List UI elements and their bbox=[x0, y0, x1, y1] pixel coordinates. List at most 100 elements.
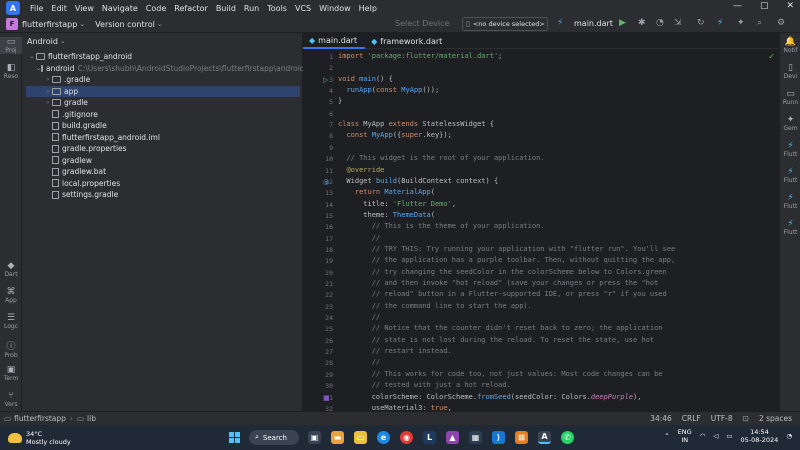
device-selector[interactable]: ▯ <no device selected> bbox=[462, 17, 548, 31]
notification-bell-icon[interactable]: ◔ bbox=[786, 432, 792, 440]
code-line[interactable]: const MyApp({super.key}); bbox=[338, 130, 451, 141]
windows-start-icon[interactable] bbox=[229, 432, 240, 443]
menu-refactor[interactable]: Refactor bbox=[170, 4, 212, 13]
menu-run[interactable]: Run bbox=[240, 4, 263, 13]
folder-icon[interactable]: ▭ bbox=[354, 431, 367, 444]
language-indicator[interactable]: ENG IN bbox=[678, 428, 692, 444]
code-line[interactable]: Widget build(BuildContext context) { bbox=[338, 176, 498, 187]
app-triangle-icon[interactable]: ▲ bbox=[446, 431, 459, 444]
tree-item[interactable]: › .gradle bbox=[22, 74, 296, 85]
chrome-icon[interactable]: ◉ bbox=[400, 431, 413, 444]
tool-dart-analysis[interactable]: ◆ Dart bbox=[0, 261, 22, 278]
code-line[interactable]: // reload" button in a Flutter-supported… bbox=[338, 289, 667, 300]
caret-position[interactable]: 34:46 bbox=[650, 414, 672, 423]
code-line[interactable]: theme: ThemeData( bbox=[338, 210, 435, 221]
android-studio-taskbar-icon[interactable]: A bbox=[538, 431, 551, 444]
tool-logcat[interactable]: ☰ Logc bbox=[0, 313, 22, 330]
search-icon[interactable]: ⌕ bbox=[757, 18, 762, 28]
code-line[interactable]: runApp(const MyApp()); bbox=[338, 85, 439, 96]
tree-item[interactable]: › app bbox=[26, 85, 300, 97]
code-line[interactable]: // try changing the seedColor in the col… bbox=[338, 267, 667, 278]
minimize-icon[interactable]: — bbox=[733, 1, 742, 11]
wifi-icon[interactable]: ◠ bbox=[700, 432, 706, 440]
file-encoding[interactable]: UTF-8 bbox=[711, 414, 733, 423]
code-line[interactable]: // This widget is the root of your appli… bbox=[338, 153, 544, 164]
chevron-up-icon[interactable]: ⌃ bbox=[664, 432, 669, 440]
profile-icon[interactable]: ◔ bbox=[656, 18, 664, 28]
project-view-selector[interactable]: Android ⌄ bbox=[22, 33, 302, 49]
code-line[interactable]: @override bbox=[338, 165, 384, 176]
tool-flutter[interactable]: ⚡ Flutt bbox=[780, 219, 800, 236]
vcs-menu[interactable]: Version control bbox=[95, 20, 155, 29]
menu-view[interactable]: View bbox=[71, 4, 98, 13]
attach-icon[interactable]: ⇲ bbox=[674, 18, 682, 28]
menu-edit[interactable]: Edit bbox=[47, 4, 71, 13]
flutter-inspector-icon[interactable]: ⚡ bbox=[717, 18, 723, 28]
tree-item[interactable]: .gitignore bbox=[22, 109, 296, 120]
vscode-icon[interactable]: ⟩ bbox=[492, 431, 505, 444]
task-view-icon[interactable]: ▣ bbox=[308, 431, 321, 444]
tool-device[interactable]: ▯ Devi bbox=[780, 63, 800, 80]
color-swatch-icon[interactable]: ■ bbox=[323, 394, 330, 402]
code-line[interactable]: // This works for code too, not just val… bbox=[338, 369, 663, 380]
menu-code[interactable]: Code bbox=[142, 4, 170, 13]
file-explorer-icon[interactable]: ▬ bbox=[331, 431, 344, 444]
editor-tab[interactable]: ◆ framework.dart bbox=[365, 33, 450, 49]
menu-tools[interactable]: Tools bbox=[263, 4, 291, 13]
code-line[interactable]: } bbox=[338, 96, 342, 107]
code-line[interactable]: // This is the theme of your application… bbox=[338, 221, 545, 232]
chevron-down-icon[interactable]: ⌄ bbox=[28, 53, 36, 60]
sync-icon[interactable]: ↻ bbox=[697, 18, 705, 28]
tool-running-devices[interactable]: ▭ Runn bbox=[780, 89, 800, 106]
tool-problems[interactable]: ⓘ Prob bbox=[0, 339, 22, 359]
tool-terminal[interactable]: ▣ Term bbox=[0, 365, 22, 382]
tree-item[interactable]: ⌄ flutterfirstapp_android bbox=[22, 51, 296, 62]
tree-item[interactable]: gradlew.bat bbox=[22, 166, 296, 177]
tool-bell[interactable]: 🔔 Notif bbox=[780, 37, 800, 54]
code-line[interactable]: // and then invoke "hot reload" (save yo… bbox=[338, 278, 659, 289]
select-device-label[interactable]: Select Device bbox=[395, 19, 450, 28]
run-config-selector[interactable]: main.dart bbox=[574, 19, 613, 28]
code-line[interactable]: colorScheme: ColorScheme.fromSeed(seedCo… bbox=[338, 392, 642, 403]
code-line[interactable]: void main() { bbox=[338, 74, 393, 85]
run-icon[interactable]: ▶ bbox=[619, 18, 626, 28]
chevron-right-icon[interactable]: › bbox=[44, 99, 52, 106]
gemini-icon[interactable]: ✦ bbox=[737, 18, 745, 28]
run-gutter-icon[interactable]: ▷ bbox=[323, 76, 328, 84]
menu-help[interactable]: Help bbox=[355, 4, 381, 13]
code-area[interactable]: ✓ 1 import 'package:flutter/material.dart… bbox=[303, 50, 779, 411]
code-line[interactable]: // bbox=[338, 312, 380, 323]
tree-item[interactable]: gradlew bbox=[22, 155, 296, 166]
maximize-icon[interactable]: ▢ bbox=[760, 1, 769, 11]
whatsapp-icon[interactable]: ✆ bbox=[561, 431, 574, 444]
code-line[interactable]: // TRY THIS: Try running your applicatio… bbox=[338, 244, 675, 255]
code-line[interactable]: class MyApp extends StatelessWidget { bbox=[338, 119, 494, 130]
project-selector[interactable]: flutterfirstapp bbox=[22, 20, 77, 29]
code-line[interactable]: // state is not lost during the reload. … bbox=[338, 335, 654, 346]
indent-setting[interactable]: 2 spaces bbox=[759, 414, 792, 423]
line-separator[interactable]: CRLF bbox=[682, 414, 701, 423]
code-line[interactable]: // restart instead. bbox=[338, 346, 452, 357]
debug-icon[interactable]: ✱ bbox=[638, 18, 646, 28]
menu-vcs[interactable]: VCS bbox=[291, 4, 315, 13]
weather-widget[interactable]: 34°C Mostly cloudy bbox=[8, 430, 71, 446]
tree-item[interactable]: ⌄ android C:\Users\shubh\AndroidStudioProj… bbox=[22, 63, 305, 74]
code-line[interactable]: // tested with just a hot reload. bbox=[338, 380, 511, 391]
tool-project[interactable]: ▭ Proj bbox=[0, 37, 22, 54]
app-orange-icon[interactable]: ⊠ bbox=[515, 431, 528, 444]
menu-window[interactable]: Window bbox=[315, 4, 355, 13]
edge-icon[interactable]: e bbox=[377, 431, 390, 444]
code-line[interactable]: return MaterialApp( bbox=[338, 187, 435, 198]
tool-flutter[interactable]: ⚡ Flutt bbox=[780, 193, 800, 210]
code-line[interactable]: title: 'Flutter Demo', bbox=[338, 199, 456, 210]
battery-icon[interactable]: ▭ bbox=[726, 432, 732, 440]
tree-item[interactable]: build.gradle bbox=[22, 120, 296, 131]
project-badge[interactable]: F bbox=[6, 18, 18, 30]
lock-icon[interactable]: ⊡ bbox=[743, 414, 749, 423]
tree-item[interactable]: settings.gradle bbox=[22, 189, 296, 200]
taskbar-search[interactable]: ⌕ Search bbox=[249, 430, 299, 445]
tool-flutter[interactable]: ⚡ Flutt bbox=[780, 167, 800, 184]
editor-tab[interactable]: ◆ main.dart bbox=[303, 33, 366, 49]
clock[interactable]: 14:54 05-08-2024 bbox=[741, 428, 779, 444]
settings-gear-icon[interactable]: ⚙ bbox=[777, 18, 785, 28]
